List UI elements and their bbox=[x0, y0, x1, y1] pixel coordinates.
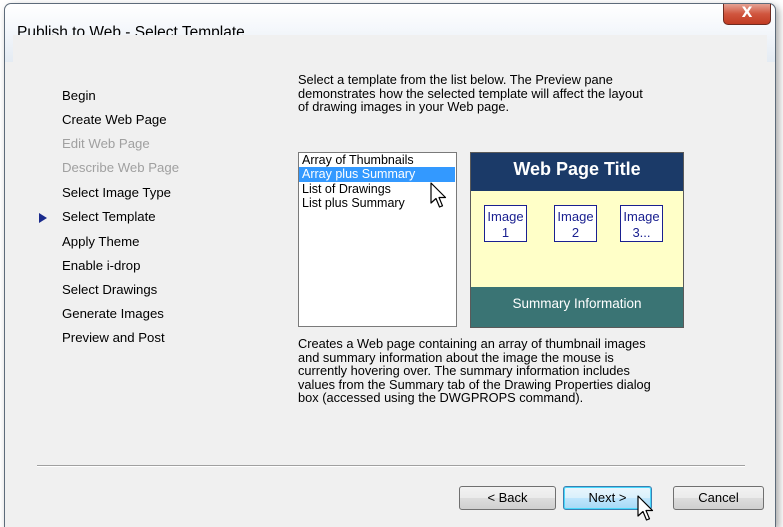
preview-page-title: Web Page Title bbox=[471, 153, 683, 191]
instructions-line: of drawing images in your Web page. bbox=[298, 99, 510, 114]
template-listbox[interactable]: Array of Thumbnails Array plus Summary L… bbox=[298, 152, 457, 327]
step-begin[interactable]: Begin bbox=[62, 88, 96, 103]
cancel-button[interactable]: Cancel bbox=[673, 486, 764, 510]
template-preview-pane: Web Page Title Image 1 Image 2 Image 3..… bbox=[470, 152, 684, 328]
template-item-array-plus-summary[interactable]: Array plus Summary bbox=[299, 167, 455, 182]
preview-summary-bar: Summary Information bbox=[471, 287, 683, 327]
instructions-line: Select a template from the list below. T… bbox=[298, 72, 613, 87]
step-apply-theme[interactable]: Apply Theme bbox=[62, 234, 139, 249]
step-select-image-type[interactable]: Select Image Type bbox=[62, 185, 171, 200]
thumbnail-number: 3... bbox=[632, 225, 651, 240]
preview-thumbnail: Image 2 bbox=[554, 205, 597, 242]
step-create-web-page[interactable]: Create Web Page bbox=[62, 112, 167, 127]
arrow-right-icon bbox=[39, 213, 47, 223]
thumbnail-number: 2 bbox=[571, 225, 580, 240]
step-describe-web-page: Describe Web Page bbox=[62, 160, 180, 175]
mouse-pointer-icon bbox=[430, 182, 447, 208]
template-item-array-of-thumbnails[interactable]: Array of Thumbnails bbox=[299, 153, 456, 167]
instructions-line: demonstrates how the selected template w… bbox=[298, 85, 643, 101]
publish-to-web-dialog: Publish to Web - Select Template X Begin… bbox=[4, 3, 776, 527]
description-line: box (accessed using the DWGPROPS command… bbox=[298, 390, 584, 405]
description-line: Creates a Web page containing an array o… bbox=[298, 336, 646, 351]
close-icon: X bbox=[741, 5, 753, 21]
preview-thumbnail: Image 3... bbox=[620, 205, 663, 242]
description-line: values from the Summary tab of the Drawi… bbox=[298, 376, 651, 392]
step-select-drawings[interactable]: Select Drawings bbox=[62, 282, 157, 297]
thumbnail-label: Image bbox=[623, 209, 660, 224]
step-enable-i-drop[interactable]: Enable i-drop bbox=[62, 258, 140, 273]
footer-separator bbox=[37, 465, 745, 467]
thumbnail-number: 1 bbox=[501, 225, 510, 240]
dialog-client-area: Begin Create Web Page Edit Web Page Desc… bbox=[13, 35, 767, 527]
wizard-steps: Begin Create Web Page Edit Web Page Desc… bbox=[13, 35, 263, 365]
description-line: currently hovering over. The summary inf… bbox=[298, 363, 630, 378]
template-description: Creates a Web page containing an array o… bbox=[298, 337, 718, 405]
step-generate-images[interactable]: Generate Images bbox=[62, 306, 164, 321]
step-edit-web-page: Edit Web Page bbox=[62, 136, 150, 151]
thumbnail-label: Image bbox=[487, 209, 524, 224]
back-button[interactable]: < Back bbox=[459, 486, 556, 510]
mouse-pointer-icon bbox=[637, 495, 654, 521]
preview-thumbnail: Image 1 bbox=[484, 205, 527, 242]
description-line: and summary information about the image … bbox=[298, 349, 614, 365]
close-button[interactable]: X bbox=[723, 4, 771, 25]
instructions-text: Select a template from the list below. T… bbox=[298, 73, 698, 114]
thumbnail-label: Image bbox=[557, 209, 594, 224]
step-select-template[interactable]: Select Template bbox=[62, 209, 156, 224]
step-preview-and-post[interactable]: Preview and Post bbox=[62, 330, 165, 345]
